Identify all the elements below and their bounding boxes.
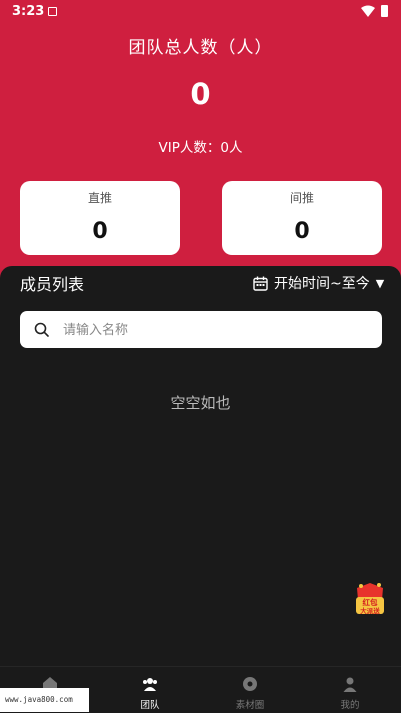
profile-icon <box>343 677 357 692</box>
calendar-icon <box>253 276 268 291</box>
promo-line-1: 红包 <box>363 597 378 607</box>
wifi-icon <box>361 5 375 17</box>
date-range-label: 开始时间~至今 <box>274 276 370 292</box>
tab-materials[interactable]: 素材圈 <box>200 667 300 713</box>
member-search-input[interactable] <box>63 319 363 341</box>
chat-icon <box>243 677 257 691</box>
direct-referral-label: 直推 <box>87 191 112 205</box>
empty-state-text: 空空如也 <box>170 394 231 412</box>
battery-icon <box>381 5 388 17</box>
status-bar: 3:23 <box>0 0 401 24</box>
member-list-title: 成员列表 <box>20 275 85 294</box>
tab-profile-label: 我的 <box>340 700 360 711</box>
team-icon <box>143 678 157 691</box>
team-total-count: 0 <box>190 77 211 111</box>
vip-count: VIP人数：0人 <box>158 140 243 156</box>
indirect-referral-label: 间推 <box>289 191 314 205</box>
search-icon <box>34 322 49 337</box>
tab-materials-label: 素材圈 <box>235 700 265 711</box>
watermark: www.java800.com <box>0 688 89 712</box>
direct-referral-value: 0 <box>92 219 108 244</box>
direct-referral-card[interactable]: 直推 0 <box>20 181 180 255</box>
indirect-referral-value: 0 <box>294 219 310 244</box>
indirect-referral-card[interactable]: 间推 0 <box>222 181 382 255</box>
tab-team[interactable]: 团队 <box>100 667 200 713</box>
status-time: 3:23 <box>12 4 45 19</box>
team-total-title: 团队总人数（人） <box>128 38 273 58</box>
sim-icon <box>48 7 57 16</box>
date-range-filter[interactable]: 开始时间~至今 ▼ <box>253 272 384 294</box>
caret-down-icon: ▼ <box>375 276 385 290</box>
member-search-box[interactable] <box>20 311 382 348</box>
tab-profile[interactable]: 我的 <box>300 667 400 713</box>
promo-line-2: 大派送 <box>360 606 380 615</box>
red-envelope-promo-icon[interactable]: 红包 大派送 <box>351 580 389 622</box>
tab-team-label: 团队 <box>140 700 160 711</box>
